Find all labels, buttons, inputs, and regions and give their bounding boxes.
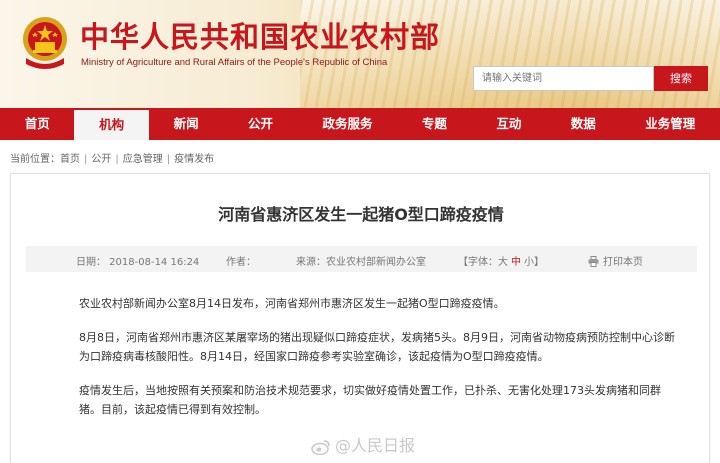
article-source: 来源：农业农村部新闻办公室 xyxy=(296,257,426,268)
site-header: 中华人民共和国农业农村部 Ministry of Agriculture and… xyxy=(0,0,720,108)
font-size-control: 【字体：大中小】 xyxy=(458,253,544,268)
weibo-icon xyxy=(311,440,330,456)
breadcrumb-link-public[interactable]: 公开 xyxy=(91,154,111,165)
font-size-label: 【字体： xyxy=(458,257,498,268)
article-paragraph: 疫情发生后，当地按照有关预案和防治技术规范要求，切实做好疫情处置工作，已扑杀、无… xyxy=(79,384,661,416)
search-input[interactable] xyxy=(473,66,654,91)
breadcrumb-separator: | xyxy=(115,154,119,165)
nav-item-interaction[interactable]: 互动 xyxy=(472,108,546,140)
breadcrumb: 当前位置：首页 | 公开 | 应急管理 | 疫情发布 xyxy=(10,150,214,165)
font-size-large[interactable]: 大 xyxy=(498,257,508,268)
font-size-small[interactable]: 小 xyxy=(524,257,534,268)
breadcrumb-prefix: 当前位置： xyxy=(10,154,60,165)
breadcrumb-link-home[interactable]: 首页 xyxy=(60,154,80,165)
breadcrumb-link-epidemic[interactable]: 疫情发布 xyxy=(174,154,214,165)
weibo-watermark: @人民日报 xyxy=(311,432,415,456)
article-date: 日期： 2018-08-14 16:24 xyxy=(76,257,200,268)
article-author: 作者： xyxy=(226,257,256,268)
national-emblem-icon xyxy=(23,17,67,69)
nav-item-organization[interactable]: 机构 xyxy=(74,108,149,140)
nav-item-data[interactable]: 数据 xyxy=(546,108,620,140)
search-button[interactable]: 搜索 xyxy=(654,66,708,91)
site-title[interactable]: 中华人民共和国农业农村部 xyxy=(80,14,440,56)
nav-item-public[interactable]: 公开 xyxy=(223,108,297,140)
watermark-text: @人民日报 xyxy=(335,436,416,455)
article-body: 农业农村部新闻办公室8月14日发布，河南省郑州市惠济区发生一起猪O型口蹄疫疫情。… xyxy=(79,294,675,434)
nav-item-business-management[interactable]: 业务管理 xyxy=(621,108,720,140)
breadcrumb-separator: | xyxy=(166,154,171,165)
article-container: 河南省惠济区发生一起猪O型口蹄疫疫情 日期： 2018-08-14 16:24 … xyxy=(10,173,710,463)
font-size-end: 】 xyxy=(534,257,544,268)
nav-item-home[interactable]: 首页 xyxy=(0,108,74,140)
breadcrumb-link-emergency[interactable]: 应急管理 xyxy=(123,154,163,165)
breadcrumb-separator: | xyxy=(84,154,88,165)
print-label: 打印本页 xyxy=(603,257,643,268)
article-meta-bar: 日期： 2018-08-14 16:24 作者： 来源：农业农村部新闻办公室 【… xyxy=(26,246,697,272)
site-subtitle: Ministry of Agriculture and Rural Affair… xyxy=(81,57,388,68)
nav-item-news[interactable]: 新闻 xyxy=(149,108,223,140)
font-size-medium[interactable]: 中 xyxy=(511,257,521,268)
article-paragraph: 8月8日，河南省郑州市惠济区某屠宰场的猪出现疑似口蹄疫症状，发病猪5头。8月9日… xyxy=(79,331,675,363)
nav-item-topics[interactable]: 专题 xyxy=(397,108,471,140)
nav-item-government-services[interactable]: 政务服务 xyxy=(298,108,397,140)
print-page-link[interactable]: 打印本页 xyxy=(588,253,643,268)
article-title: 河南省惠济区发生一起猪O型口蹄疫疫情 xyxy=(218,205,504,224)
print-icon xyxy=(588,256,599,267)
article-paragraph: 农业农村部新闻办公室8月14日发布，河南省郑州市惠济区发生一起猪O型口蹄疫疫情。 xyxy=(79,297,505,310)
main-nav: 首页 机构 新闻 公开 政务服务 专题 互动 数据 业务管理 xyxy=(0,108,720,140)
